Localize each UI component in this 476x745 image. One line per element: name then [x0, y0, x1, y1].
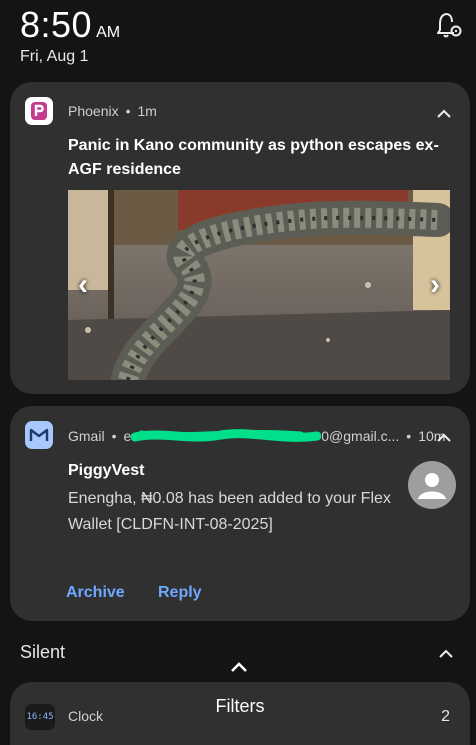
notification-phoenix[interactable]: Phoenix • 1m Panic in Kano community as …	[10, 82, 470, 394]
collapse-chevron-icon[interactable]	[436, 430, 452, 442]
notification-age: 1m	[137, 103, 157, 119]
email-sender: PiggyVest	[68, 462, 145, 479]
notification-settings-icon[interactable]	[436, 10, 462, 40]
app-name: Gmail	[68, 428, 105, 444]
carousel-next-button[interactable]: ›	[430, 268, 440, 302]
silent-collapse-chevron-icon[interactable]	[438, 646, 454, 658]
notification-header: Phoenix • 1m	[68, 103, 157, 119]
notification-clock[interactable]: 16:45 Clock Filters 2	[10, 682, 470, 745]
separator-dot: •	[406, 428, 412, 444]
notification-count-badge: 2	[441, 708, 450, 725]
expand-handle-icon[interactable]	[230, 660, 248, 672]
archive-button[interactable]: Archive	[66, 584, 125, 602]
account-prefix: e	[123, 428, 132, 444]
notification-title: Panic in Kano community as python escape…	[68, 137, 439, 178]
clock-time: 8:50	[20, 4, 93, 45]
clock-ampm: AM	[96, 24, 121, 41]
email-snippet: Enengha, ₦0.08 has been added to your Fl…	[68, 490, 391, 533]
redaction-scribble	[131, 427, 322, 445]
reply-button[interactable]: Reply	[158, 584, 202, 602]
gmail-icon	[25, 421, 53, 449]
separator-dot: •	[125, 103, 131, 119]
app-name: Phoenix	[68, 103, 119, 119]
account-suffix: 0@gmail.c...	[321, 428, 400, 444]
section-heading-silent: Silent	[20, 642, 66, 662]
status-date: Fri, Aug 1	[20, 48, 89, 65]
avatar	[408, 461, 456, 509]
status-clock: 8:50 AM	[20, 4, 120, 46]
collapse-chevron-icon[interactable]	[436, 106, 452, 118]
notification-gmail[interactable]: Gmail • e 0@gmail.c... • 10m PiggyVest E…	[10, 406, 470, 621]
separator-dot: •	[111, 428, 117, 444]
phoenix-logo-icon	[25, 97, 53, 125]
carousel-prev-button[interactable]: ‹	[78, 268, 88, 302]
notification-header: Gmail • e 0@gmail.c... • 10m	[68, 427, 445, 445]
notification-image[interactable]: ‹ ›	[68, 190, 450, 380]
filters-button[interactable]: Filters	[10, 696, 470, 717]
